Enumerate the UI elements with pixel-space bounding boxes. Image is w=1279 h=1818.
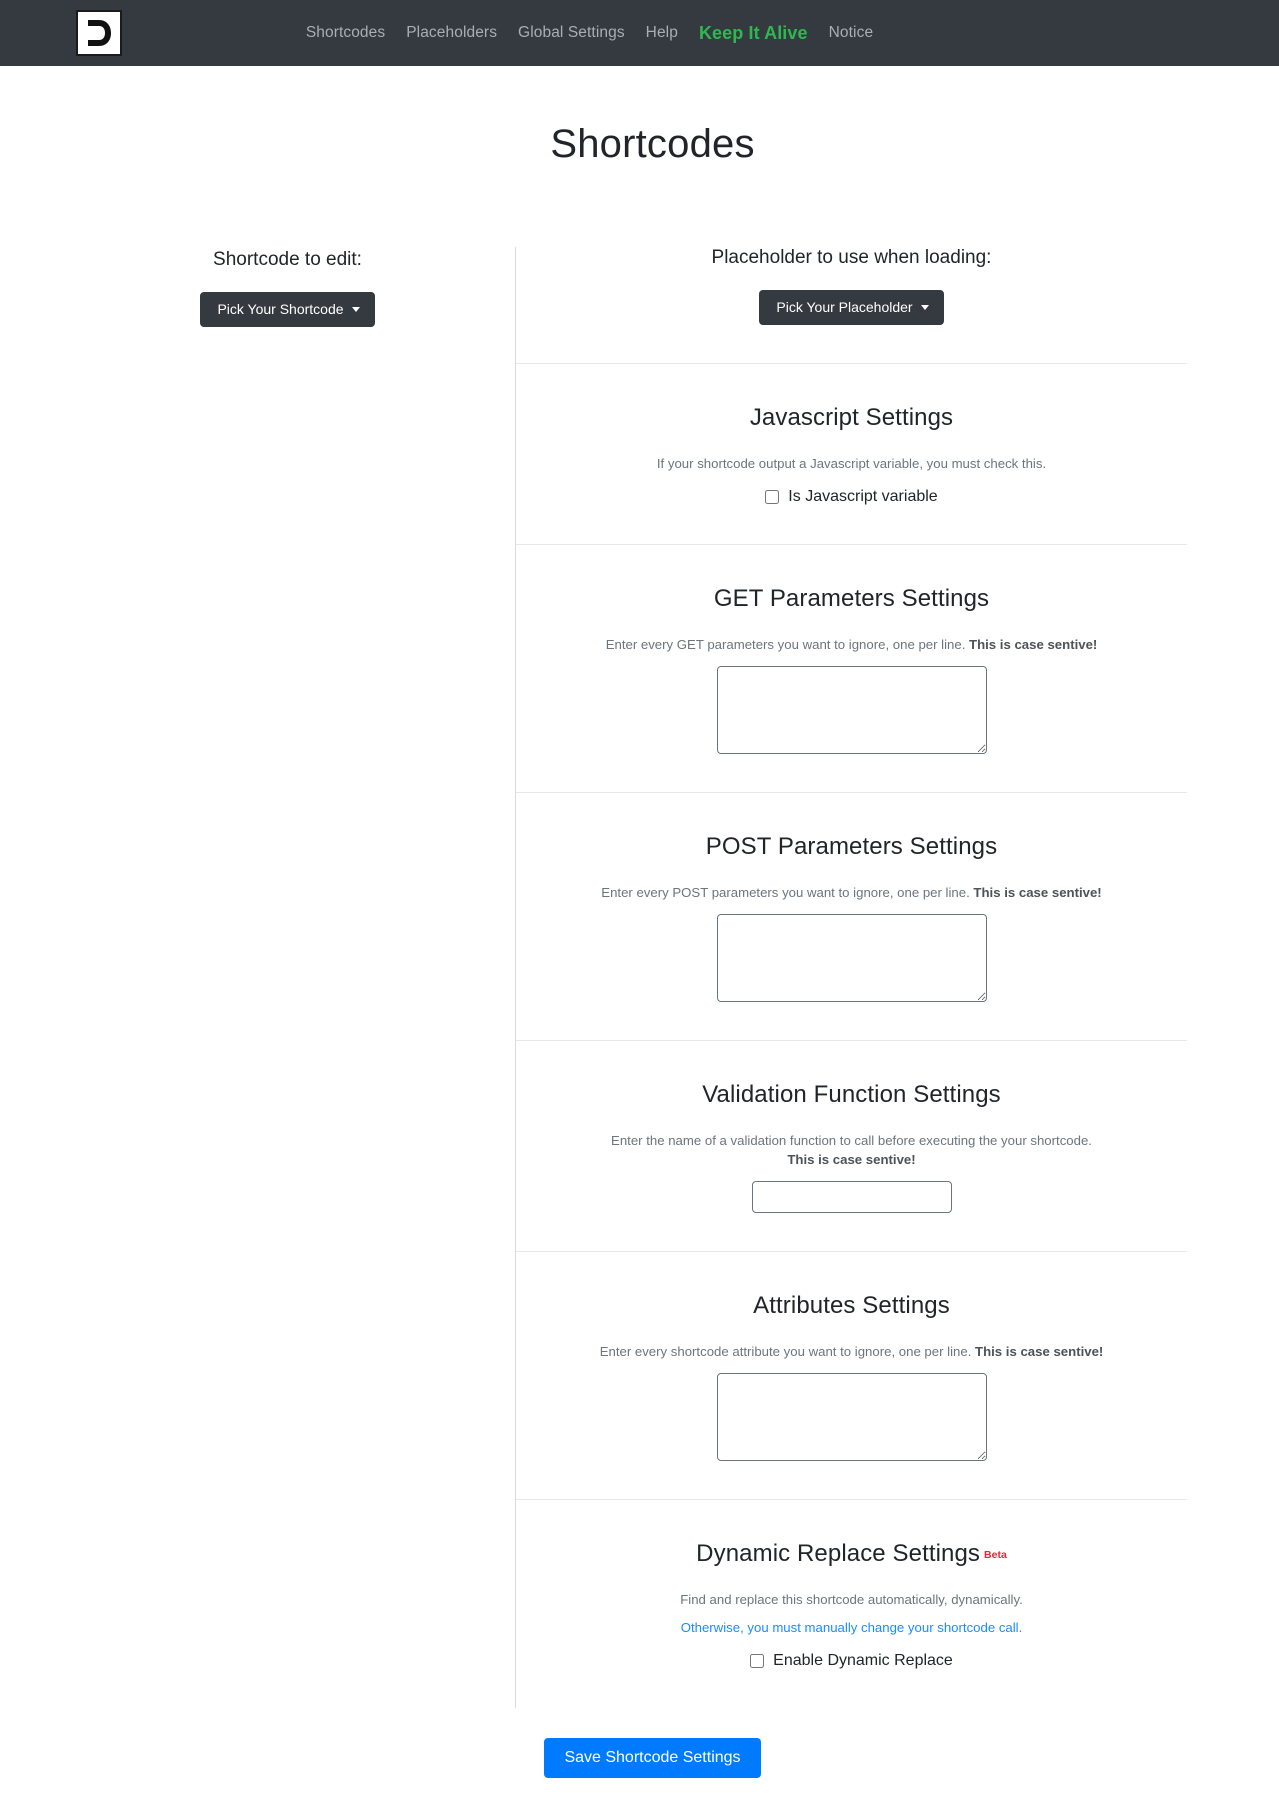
is-javascript-variable-row: Is Javascript variable: [516, 488, 1187, 506]
is-javascript-variable-checkbox[interactable]: [765, 489, 780, 504]
beta-badge: Beta: [984, 1548, 1007, 1561]
dynamic-replace-settings-title: Dynamic Replace Settings: [696, 1540, 981, 1568]
main-navigation: Shortcodes Placeholders Global Settings …: [0, 0, 1279, 66]
post-parameters-textarea[interactable]: [716, 913, 987, 1002]
post-parameters-settings-section: POST Parameters Settings Enter every POS…: [516, 791, 1187, 1040]
dynamic-replace-helper-link: Otherwise, you must manually change your…: [680, 1620, 1023, 1636]
is-javascript-variable-label[interactable]: Is Javascript variable: [788, 488, 937, 506]
nav-link-help[interactable]: Help: [646, 24, 678, 42]
get-parameters-helper-emphasis: This is case sentive!: [969, 636, 1098, 652]
attributes-helper: Enter every shortcode attribute you want…: [597, 1342, 1107, 1361]
chevron-down-icon: [351, 307, 360, 313]
get-parameters-helper-text: Enter every GET parameters you want to i…: [605, 636, 970, 652]
validation-function-settings-section: Validation Function Settings Enter the n…: [516, 1039, 1187, 1251]
dynamic-replace-helper: Find and replace this shortcode automati…: [680, 1592, 1023, 1608]
attributes-settings-section: Attributes Settings Enter every shortcod…: [516, 1251, 1187, 1499]
validation-function-input[interactable]: [751, 1181, 952, 1214]
chevron-down-icon: [920, 305, 929, 311]
validation-function-helper: Enter the name of a validation function …: [597, 1131, 1107, 1169]
enable-dynamic-replace-checkbox[interactable]: [750, 1653, 765, 1668]
pick-your-placeholder-dropdown[interactable]: Pick Your Placeholder: [759, 290, 944, 326]
enable-dynamic-replace-row: Enable Dynamic Replace: [516, 1652, 1187, 1670]
post-parameters-settings-heading: POST Parameters Settings: [705, 832, 998, 860]
javascript-settings-section: Javascript Settings If your shortcode ou…: [516, 363, 1187, 543]
attributes-settings-heading: Attributes Settings: [753, 1292, 950, 1320]
save-button-container: Save Shortcode Settings: [0, 1708, 1279, 1818]
validation-function-helper-text: Enter the name of a validation function …: [611, 1132, 1092, 1148]
attributes-helper-text: Enter every shortcode attribute you want…: [599, 1344, 976, 1360]
get-parameters-settings-section: GET Parameters Settings Enter every GET …: [516, 543, 1187, 792]
javascript-settings-helper: If your shortcode output a Javascript va…: [656, 456, 1047, 472]
dynamic-replace-settings-heading: Dynamic Replace Settings Beta: [516, 1540, 1187, 1568]
attributes-textarea[interactable]: [716, 1373, 987, 1462]
right-column: Placeholder to use when loading: Pick Yo…: [515, 247, 1219, 1708]
post-parameters-helper: Enter every POST parameters you want to …: [597, 883, 1107, 902]
placeholder-to-use-label: Placeholder to use when loading:: [711, 247, 992, 268]
nav-link-global-settings[interactable]: Global Settings: [518, 24, 625, 42]
nav-link-notice[interactable]: Notice: [829, 24, 874, 42]
dynamic-replace-settings-section: Dynamic Replace Settings Beta Find and re…: [516, 1499, 1187, 1707]
pick-your-shortcode-label: Pick Your Shortcode: [217, 301, 344, 317]
shortcode-to-edit-label: Shortcode to edit:: [213, 249, 362, 270]
get-parameters-helper: Enter every GET parameters you want to i…: [597, 635, 1107, 654]
get-parameters-settings-heading: GET Parameters Settings: [713, 584, 990, 612]
post-parameters-helper-text: Enter every POST parameters you want to …: [601, 884, 974, 900]
validation-function-helper-emphasis: This is case sentive!: [787, 1151, 916, 1167]
pick-your-shortcode-dropdown[interactable]: Pick Your Shortcode: [200, 292, 375, 328]
enable-dynamic-replace-label[interactable]: Enable Dynamic Replace: [773, 1652, 953, 1670]
nav-link-keep-it-alive[interactable]: Keep It Alive: [699, 23, 808, 44]
save-shortcode-settings-button[interactable]: Save Shortcode Settings: [544, 1737, 761, 1778]
logo-d-glyph: [88, 20, 111, 46]
post-parameters-helper-emphasis: This is case sentive!: [973, 884, 1102, 900]
nav-link-placeholders[interactable]: Placeholders: [406, 24, 497, 42]
pick-your-placeholder-label: Pick Your Placeholder: [776, 299, 913, 315]
attributes-helper-emphasis: This is case sentive!: [975, 1344, 1104, 1360]
placeholder-section: Placeholder to use when loading: Pick Yo…: [516, 247, 1187, 363]
content-columns: Shortcode to edit: Pick Your Shortcode P…: [0, 247, 1279, 1708]
javascript-settings-heading: Javascript Settings: [749, 404, 954, 432]
page-title: Shortcodes: [550, 122, 755, 166]
brand-logo-icon[interactable]: [76, 10, 122, 56]
nav-link-shortcodes[interactable]: Shortcodes: [306, 24, 385, 42]
top-navbar: Shortcodes Placeholders Global Settings …: [0, 0, 1279, 66]
left-column: Shortcode to edit: Pick Your Shortcode: [60, 247, 515, 1708]
validation-function-settings-heading: Validation Function Settings: [702, 1080, 1001, 1108]
get-parameters-textarea[interactable]: [716, 665, 987, 754]
